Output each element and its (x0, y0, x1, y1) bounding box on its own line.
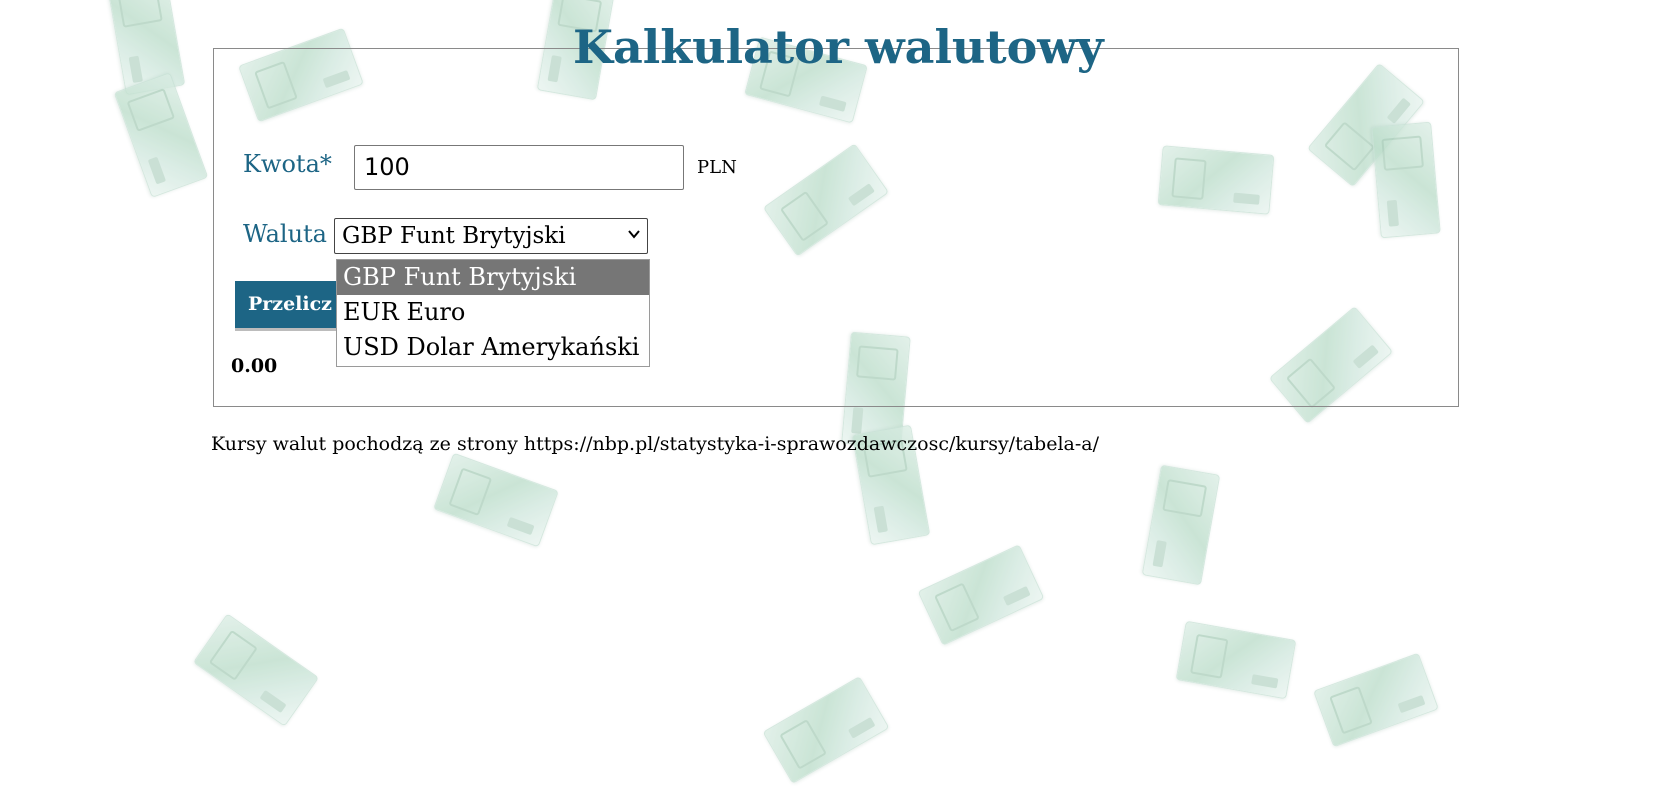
currency-option[interactable]: EUR Euro (337, 295, 649, 330)
chevron-down-icon (627, 227, 641, 241)
banknote-image (917, 544, 1045, 646)
amount-unit: PLN (697, 157, 737, 178)
conversion-result: 0.00 (231, 355, 278, 377)
banknote-image (113, 72, 209, 198)
source-note: Kursy walut pochodzą ze strony https://n… (211, 433, 1100, 455)
banknote-image (762, 676, 890, 784)
banknote-image (1175, 620, 1297, 700)
page-title: Kalkulator walutowy (573, 20, 1104, 74)
banknote-image (192, 613, 320, 727)
amount-input[interactable]: 100 (354, 145, 684, 190)
currency-select-value: GBP Funt Brytyjski (342, 223, 566, 249)
currency-option[interactable]: USD Dolar Amerykański (337, 330, 649, 365)
calculate-button[interactable]: Przelicz (235, 281, 341, 331)
currency-select[interactable]: GBP Funt Brytyjski (334, 218, 648, 254)
currency-option[interactable]: GBP Funt Brytyjski (337, 260, 649, 295)
banknote-image (1141, 464, 1221, 586)
currency-calculator-form: Kalkulator walutowy Kwota* 100 PLN Walut… (213, 20, 1459, 407)
banknote-image (433, 452, 559, 548)
currency-dropdown: GBP Funt Brytyjski EUR Euro USD Dolar Am… (336, 259, 650, 367)
amount-label: Kwota* (243, 150, 332, 178)
banknote-image (1313, 652, 1439, 748)
currency-label: Waluta (243, 220, 327, 248)
